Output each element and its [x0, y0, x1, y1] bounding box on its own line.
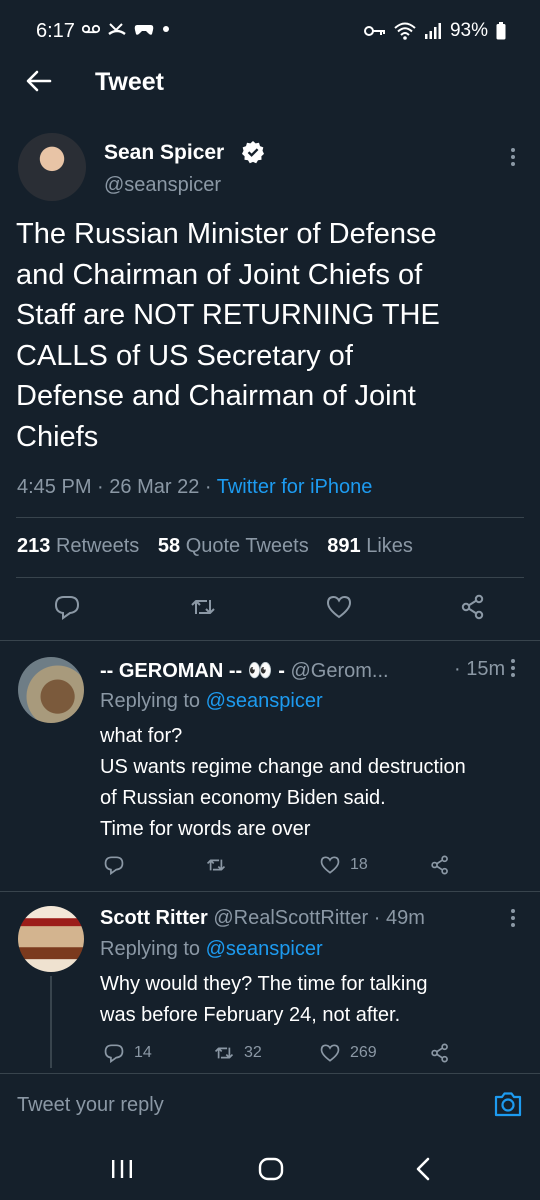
like-count: 269 [350, 1044, 377, 1061]
reply-handle[interactable]: @Gerom... [290, 660, 388, 682]
reply-action[interactable]: 14 [104, 1043, 152, 1063]
status-bar: 6:17 93% [0, 0, 540, 64]
signal-icon [424, 23, 441, 39]
game-icon [134, 25, 154, 35]
reply-header: Scott Ritter @RealScottRitter · 49m [100, 907, 425, 929]
reply-handle[interactable]: @RealScottRitter [213, 907, 368, 929]
likes-stat[interactable]: 891 Likes [327, 535, 413, 557]
retweet-action[interactable]: 32 [214, 1043, 262, 1063]
quote-tweets-stat[interactable]: 58 Quote Tweets [158, 535, 309, 557]
like-action[interactable]: 269 [320, 1043, 377, 1063]
verified-badge-icon [242, 141, 264, 164]
more-options-icon[interactable] [510, 147, 516, 167]
like-action[interactable]: 18 [320, 855, 368, 875]
reply-avatar[interactable] [18, 906, 84, 972]
author-avatar[interactable] [18, 133, 86, 201]
key-icon [363, 26, 385, 36]
retweet-icon[interactable] [190, 594, 216, 620]
author-name[interactable]: Sean Spicer [104, 141, 224, 165]
missed-call-icon [108, 23, 126, 35]
system-nav-bar [0, 1138, 540, 1200]
author-handle[interactable]: @seanspicer [104, 174, 221, 197]
reply-icon [104, 1044, 124, 1063]
reply-icon[interactable] [54, 594, 80, 620]
back-nav-icon[interactable] [410, 1155, 438, 1183]
recent-apps-icon[interactable] [108, 1155, 136, 1183]
reply-input[interactable]: Tweet your reply [17, 1094, 164, 1117]
reply-action[interactable] [104, 855, 134, 875]
like-icon [320, 1044, 340, 1062]
more-options-icon[interactable] [510, 908, 516, 928]
share-icon[interactable] [460, 594, 486, 620]
reply-author-name[interactable]: -- GEROMAN -- [100, 660, 242, 682]
tweet-time: 4:45 PM [17, 476, 92, 498]
voicemail-icon [82, 24, 100, 34]
reply-text: Why would they? The time for talking was… [100, 973, 428, 1026]
like-count: 18 [350, 856, 368, 873]
divider [16, 517, 524, 518]
share-icon [431, 855, 448, 875]
reply-avatar[interactable] [18, 657, 84, 723]
retweets-stat[interactable]: 213 Retweets [17, 535, 139, 557]
dot-icon [163, 26, 169, 32]
divider [0, 891, 540, 892]
tweet-meta: 4:45 PM · 26 Mar 22 · Twitter for iPhone [17, 476, 373, 498]
tweet-stats: 213 Retweets 58 Quote Tweets 891 Likes [17, 535, 426, 558]
eyes-emoji: 👀 [247, 660, 273, 682]
replying-to-mention[interactable]: @seanspicer [206, 938, 323, 960]
replying-to-mention[interactable]: @seanspicer [206, 690, 323, 712]
tweet-source-link[interactable]: Twitter for iPhone [217, 476, 373, 498]
home-icon[interactable] [257, 1155, 285, 1183]
share-icon [431, 1043, 448, 1063]
status-time: 6:17 [36, 20, 75, 42]
like-icon[interactable] [326, 594, 352, 620]
like-icon [320, 856, 340, 874]
camera-icon[interactable] [492, 1088, 524, 1120]
reply-age: 49m [385, 907, 425, 929]
retweet-count: 32 [244, 1044, 262, 1061]
page-title: Tweet [95, 68, 164, 96]
retweet-action[interactable] [206, 855, 236, 875]
reply-composer: Tweet your reply [0, 1073, 540, 1137]
more-options-icon[interactable] [510, 658, 516, 678]
reply-author-name[interactable]: Scott Ritter [100, 907, 208, 929]
reply-age: 15m [466, 658, 506, 680]
wifi-icon [394, 22, 416, 40]
reply-icon [104, 856, 124, 875]
battery-icon [496, 22, 506, 40]
battery-percent: 93% [449, 20, 488, 41]
divider [0, 640, 540, 641]
top-app-bar: Tweet [0, 60, 540, 104]
tweet-text: The Russian Minister of Defense and Chai… [16, 218, 440, 453]
reply-header: -- GEROMAN -- 👀 - @Gerom... [100, 660, 389, 682]
share-action[interactable] [430, 855, 450, 875]
replying-to: Replying to @seanspicer [100, 938, 323, 960]
tweet-date: 26 Mar 22 [109, 476, 200, 498]
replying-to: Replying to @seanspicer [100, 690, 323, 712]
retweet-icon [206, 859, 226, 871]
retweet-icon [214, 1047, 234, 1059]
thread-line [50, 976, 52, 1068]
reply-text: what for? US wants regime change and des… [100, 725, 466, 840]
back-arrow-icon[interactable] [24, 66, 54, 96]
share-action[interactable] [430, 1043, 450, 1063]
reply-count: 14 [134, 1044, 152, 1061]
divider [16, 577, 524, 578]
